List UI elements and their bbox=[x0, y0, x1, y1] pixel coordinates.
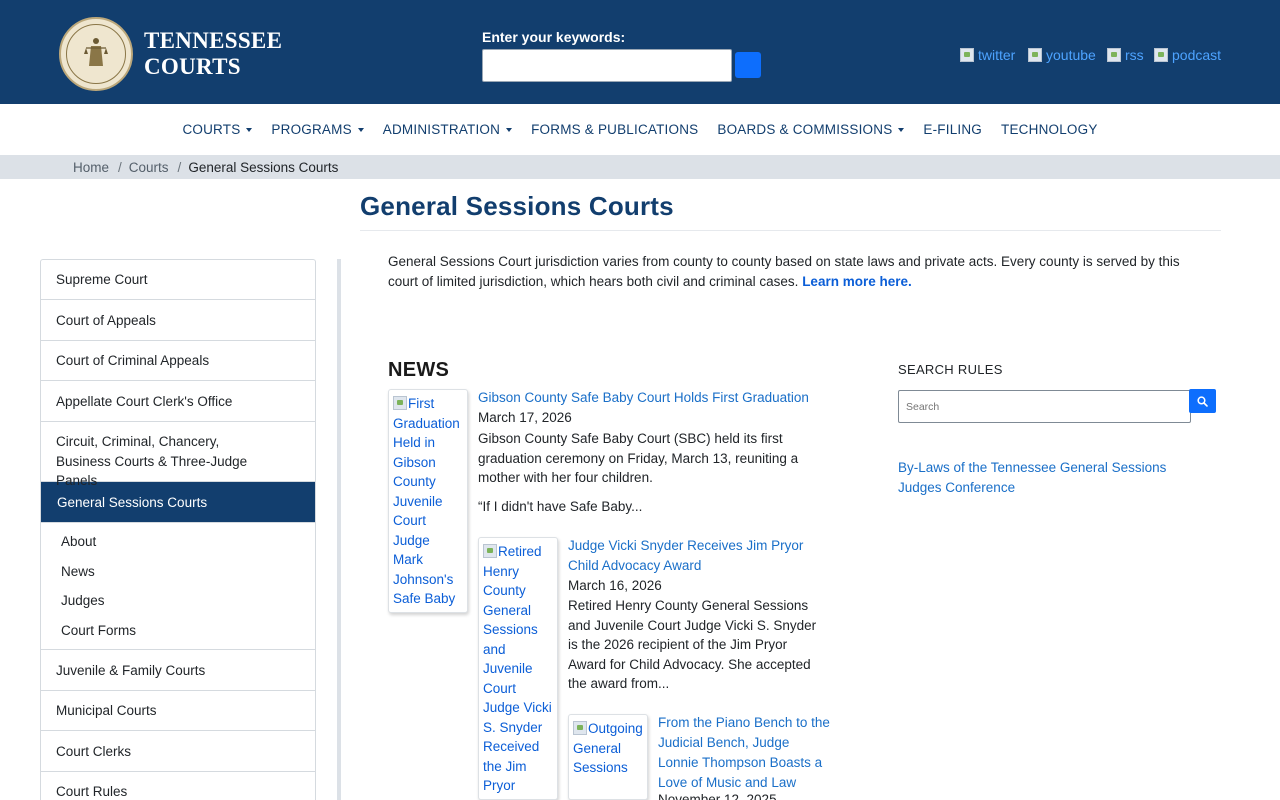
nav-item-e-filing[interactable]: E-FILING bbox=[923, 122, 982, 137]
rss-alt-text: rss bbox=[1125, 47, 1144, 63]
submenu-item-about[interactable]: About bbox=[61, 527, 315, 557]
nav-label: BOARDS & COMMISSIONS bbox=[717, 122, 893, 137]
breadcrumb-separator: / bbox=[177, 159, 182, 175]
brand-line-1: TENNESSEE bbox=[144, 28, 283, 53]
sidebar-item-municipal-courts[interactable]: Municipal Courts bbox=[41, 691, 315, 731]
news-story-date: March 17, 2026 bbox=[478, 410, 572, 425]
courts-sidebar: Supreme Court Court of Appeals Court of … bbox=[40, 259, 316, 800]
intro-text: General Sessions Court jurisdiction vari… bbox=[388, 254, 1180, 289]
sidebar-item-supreme-court[interactable]: Supreme Court bbox=[41, 260, 315, 300]
twitter-link[interactable]: twitter bbox=[960, 47, 1015, 63]
sidebar-item-court-rules[interactable]: Court Rules bbox=[41, 772, 315, 800]
nav-label: E-FILING bbox=[923, 122, 983, 137]
news-story-title[interactable]: From the Piano Bench to the Judicial Ben… bbox=[658, 713, 830, 793]
search-rules-heading: SEARCH RULES bbox=[898, 362, 1003, 377]
intro-paragraph: General Sessions Court jurisdiction vari… bbox=[388, 252, 1198, 292]
sidebar-item-court-of-appeals[interactable]: Court of Appeals bbox=[41, 300, 315, 341]
nav-item-boards-commissions[interactable]: BOARDS & COMMISSIONS bbox=[717, 122, 905, 137]
nav-item-courts[interactable]: COURTS bbox=[182, 122, 253, 137]
justice-figure-icon bbox=[84, 38, 108, 66]
breadcrumb: Home / Courts / General Sessions Courts bbox=[0, 155, 1280, 179]
podcast-icon bbox=[1154, 48, 1168, 62]
search-rules-button[interactable] bbox=[1189, 389, 1216, 413]
nav-label: COURTS bbox=[182, 122, 241, 137]
submenu-item-judges[interactable]: Judges bbox=[61, 586, 315, 616]
youtube-alt-text: youtube bbox=[1046, 47, 1096, 63]
submenu-item-court-forms[interactable]: Court Forms bbox=[61, 616, 315, 646]
news-story-title[interactable]: Gibson County Safe Baby Court Holds Firs… bbox=[478, 388, 818, 408]
keyword-search-button[interactable] bbox=[735, 52, 761, 78]
tennessee-judiciary-seal-logo[interactable] bbox=[59, 17, 133, 91]
broken-image-icon bbox=[483, 544, 497, 558]
caret-down-icon bbox=[898, 127, 905, 132]
bylaws-link[interactable]: By-Laws of the Tennessee General Session… bbox=[898, 458, 1198, 498]
title-divider bbox=[360, 230, 1221, 231]
thumbnail-alt-text: Retired Henry County General Sessions an… bbox=[483, 544, 552, 793]
sidebar-item-juvenile-family-courts[interactable]: Juvenile & Family Courts bbox=[41, 650, 315, 691]
news-story-excerpt: “If I didn't have Safe Baby... bbox=[478, 499, 643, 514]
nav-item-forms-publications[interactable]: FORMS & PUBLICATIONS bbox=[531, 122, 698, 137]
youtube-icon bbox=[1028, 48, 1042, 62]
site-brand-title[interactable]: TENNESSEE COURTS bbox=[144, 28, 282, 80]
nav-label: ADMINISTRATION bbox=[382, 122, 501, 137]
search-rules-input[interactable] bbox=[898, 390, 1191, 423]
nav-item-administration[interactable]: ADMINISTRATION bbox=[382, 122, 513, 137]
sidebar-item-circuit-criminal-chancery[interactable]: Circuit, Criminal, Chancery, Business Co… bbox=[41, 422, 315, 488]
brand-line-2: COURTS bbox=[144, 54, 241, 79]
learn-more-link[interactable]: Learn more here. bbox=[802, 274, 912, 289]
general-sessions-submenu: About News Judges Court Forms bbox=[41, 523, 315, 650]
sidebar-item-court-clerks[interactable]: Court Clerks bbox=[41, 731, 315, 772]
nav-label: TECHNOLOGY bbox=[1001, 122, 1098, 137]
nav-label: PROGRAMS bbox=[271, 122, 352, 137]
broken-image-icon bbox=[573, 721, 587, 735]
twitter-icon bbox=[960, 48, 974, 62]
content-divider-bar bbox=[337, 259, 341, 800]
caret-down-icon bbox=[246, 127, 253, 132]
twitter-alt-text: twitter bbox=[978, 47, 1016, 63]
nav-label: FORMS & PUBLICATIONS bbox=[531, 122, 699, 137]
news-story-summary: Retired Henry County General Sessions an… bbox=[568, 598, 817, 691]
breadcrumb-current: General Sessions Courts bbox=[188, 159, 339, 175]
site-header: TENNESSEE COURTS Enter your keywords: tw… bbox=[0, 0, 1280, 104]
caret-down-icon bbox=[506, 127, 513, 132]
news-story-date: November 12, 2025 bbox=[658, 792, 777, 800]
nav-item-programs[interactable]: PROGRAMS bbox=[271, 122, 364, 137]
breadcrumb-separator: / bbox=[118, 159, 122, 175]
news-story-date: March 16, 2026 bbox=[568, 578, 662, 593]
breadcrumb-home-link[interactable]: Home bbox=[73, 160, 109, 175]
news-thumbnail-image[interactable]: Outgoing General Sessions bbox=[568, 714, 648, 800]
news-thumbnail-image[interactable]: Retired Henry County General Sessions an… bbox=[478, 537, 558, 800]
podcast-link[interactable]: podcast bbox=[1154, 47, 1221, 63]
submenu-item-news[interactable]: News bbox=[61, 557, 315, 587]
keyword-search-label: Enter your keywords: bbox=[482, 29, 626, 45]
page-title: General Sessions Courts bbox=[360, 191, 674, 221]
thumbnail-alt-text: First Graduation Held in Gibson County J… bbox=[393, 396, 460, 612]
nav-item-technology[interactable]: TECHNOLOGY bbox=[1001, 122, 1098, 137]
sidebar-item-appellate-court-clerks-office[interactable]: Appellate Court Clerk's Office bbox=[41, 381, 315, 422]
caret-down-icon bbox=[357, 127, 364, 132]
search-icon bbox=[1197, 395, 1208, 407]
sidebar-item-general-sessions-courts[interactable]: General Sessions Courts bbox=[41, 482, 315, 523]
news-thumbnail-image[interactable]: First Graduation Held in Gibson County J… bbox=[388, 389, 468, 613]
news-heading: NEWS bbox=[388, 359, 450, 381]
breadcrumb-courts-link[interactable]: Courts bbox=[129, 160, 169, 175]
broken-image-icon bbox=[393, 396, 407, 410]
keyword-search-input[interactable] bbox=[482, 49, 732, 82]
youtube-link[interactable]: youtube bbox=[1028, 47, 1096, 63]
news-story-summary: Gibson County Safe Baby Court (SBC) held… bbox=[478, 431, 799, 485]
rss-link[interactable]: rss bbox=[1107, 47, 1144, 63]
sidebar-item-court-of-criminal-appeals[interactable]: Court of Criminal Appeals bbox=[41, 341, 315, 381]
podcast-alt-text: podcast bbox=[1172, 47, 1222, 63]
main-navigation: COURTS PROGRAMS ADMINISTRATION FORMS & P… bbox=[0, 104, 1280, 155]
rss-icon bbox=[1107, 48, 1121, 62]
news-story-title[interactable]: Judge Vicki Snyder Receives Jim Pryor Ch… bbox=[568, 536, 830, 576]
